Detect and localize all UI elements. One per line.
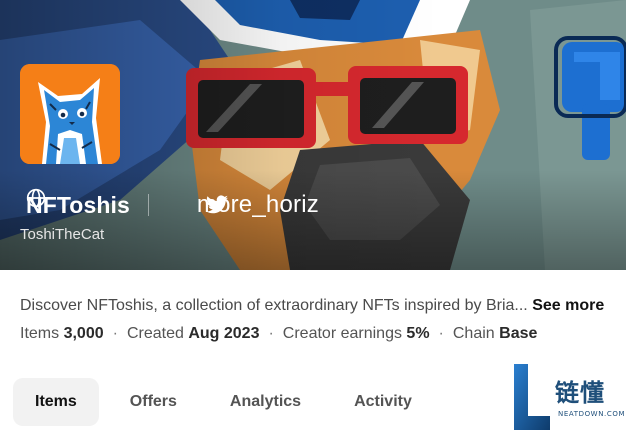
creator-name[interactable]: ToshiTheCat: [20, 226, 104, 243]
stat-separator: ·: [438, 325, 444, 342]
watermark-l-icon: [514, 364, 550, 430]
twitter-icon[interactable]: [205, 193, 229, 217]
collection-avatar: [20, 64, 120, 164]
stat-creator-earnings: Creator earnings 5%: [283, 325, 430, 343]
title-divider: [147, 194, 149, 216]
stat-label: Created: [126, 325, 184, 342]
stat-label: Creator earnings: [282, 325, 402, 342]
stat-value: 5%: [406, 325, 430, 342]
stat-separator: ·: [112, 325, 118, 342]
stat-items: Items 3,000: [20, 325, 104, 343]
stat-value: Aug 2023: [188, 325, 260, 342]
cat-avatar-image: [20, 64, 120, 164]
collection-stats: Items 3,000 · Created Aug 2023 · Creator…: [20, 325, 537, 343]
stat-chain: Chain Base: [453, 325, 538, 343]
stat-value: 3,000: [63, 325, 104, 342]
collection-banner: NFToshis more_horiz ToshiTheCat: [0, 0, 626, 270]
stat-created: Created Aug 2023: [127, 325, 260, 343]
watermark-subtext: NEATDOWN.COM: [558, 410, 626, 418]
stat-separator: ·: [268, 325, 274, 342]
globe-icon[interactable]: [26, 188, 183, 215]
collection-description: Discover NFToshis, a collection of extra…: [20, 297, 626, 315]
stat-label: Items: [20, 325, 60, 342]
watermark-logo: 链懂 NEATDOWN.COM: [512, 362, 626, 432]
collection-title-row: NFToshis more_horiz: [26, 188, 319, 222]
watermark-text: 链懂: [555, 379, 605, 407]
description-text: Discover NFToshis, a collection of extra…: [20, 297, 528, 314]
tab-items[interactable]: Items: [13, 378, 99, 426]
see-more-link[interactable]: See more: [532, 297, 604, 314]
collection-tabs: Items Offers Analytics Activity: [13, 378, 434, 426]
tab-activity[interactable]: Activity: [332, 378, 434, 426]
tab-offers[interactable]: Offers: [108, 378, 199, 426]
stat-value: Base: [499, 325, 538, 342]
stat-label: Chain: [452, 325, 495, 342]
tab-analytics[interactable]: Analytics: [208, 378, 323, 426]
social-actions: more_horiz: [197, 190, 319, 220]
